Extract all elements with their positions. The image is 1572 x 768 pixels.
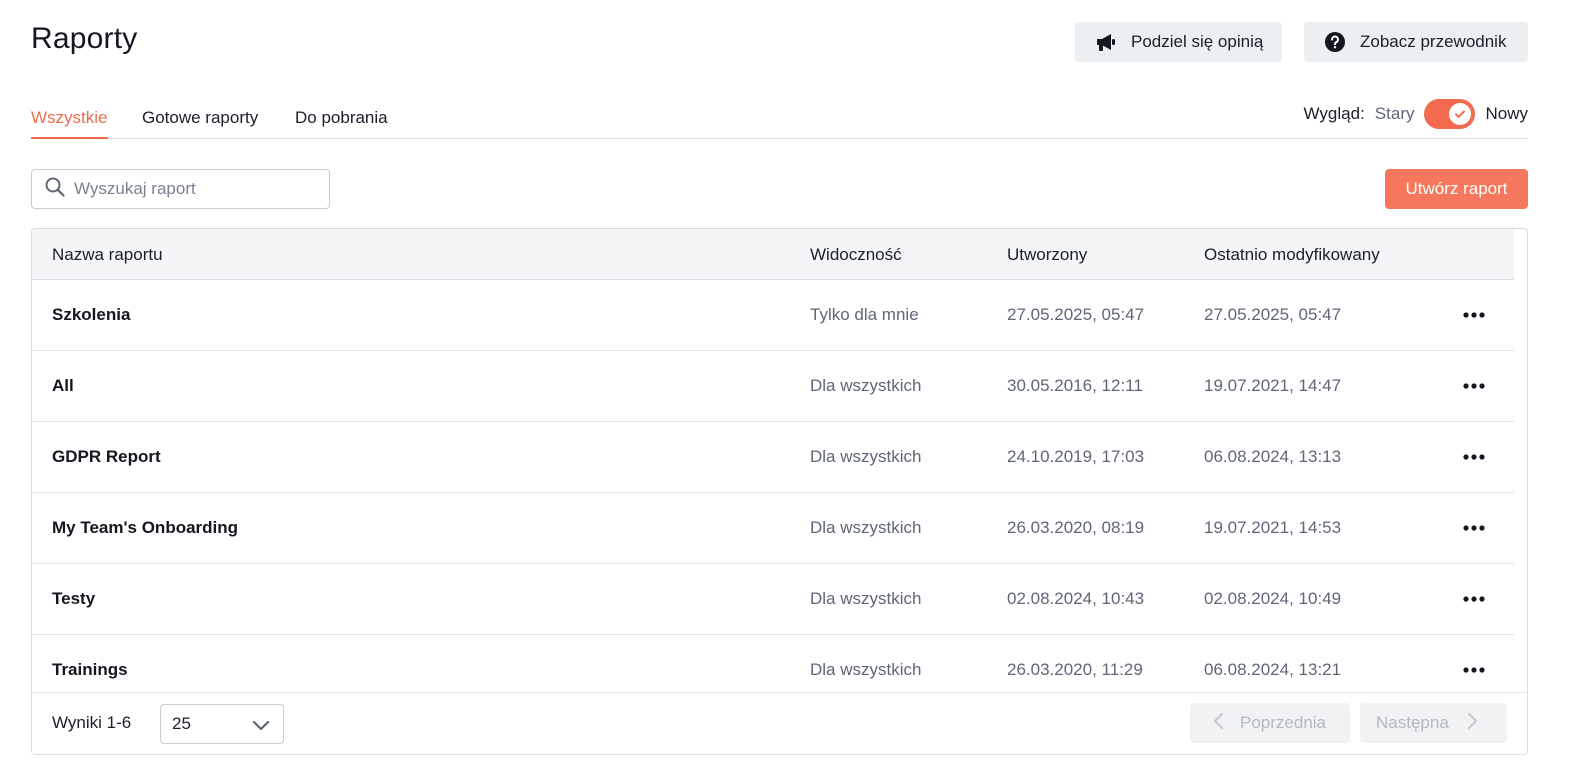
report-created: 26.03.2020, 11:29 <box>1007 660 1143 679</box>
reports-table: Nazwa raportu Widoczność Utworzony Ostat… <box>31 228 1528 755</box>
report-modified: 02.08.2024, 10:49 <box>1204 589 1342 608</box>
guide-button-label: Zobacz przewodnik <box>1360 32 1507 51</box>
feedback-button[interactable]: Podziel się opinią <box>1075 22 1282 62</box>
report-name[interactable]: My Team's Onboarding <box>52 518 238 538</box>
next-page-button[interactable]: Następna <box>1360 703 1507 743</box>
report-created: 30.05.2016, 12:11 <box>1007 376 1143 395</box>
report-visibility: Dla wszystkich <box>810 518 922 537</box>
table-row[interactable]: Testy Dla wszystkich 02.08.2024, 10:43 0… <box>32 564 1514 635</box>
tab-all[interactable]: Wszystkie <box>31 108 108 139</box>
report-modified: 27.05.2025, 05:47 <box>1204 305 1342 324</box>
search-icon <box>44 176 66 203</box>
tab-downloads[interactable]: Do pobrania <box>295 108 388 137</box>
check-icon <box>1449 103 1472 125</box>
view-toggle[interactable] <box>1424 99 1476 129</box>
search-input[interactable] <box>74 179 314 199</box>
more-options-icon[interactable] <box>1452 586 1496 612</box>
view-switch-label: Wygląd: <box>1303 104 1365 123</box>
more-options-icon[interactable] <box>1452 515 1496 541</box>
report-created: 02.08.2024, 10:43 <box>1007 589 1145 608</box>
page-size-select[interactable]: 25 <box>160 704 284 744</box>
chevron-down-icon <box>251 715 271 740</box>
page-title: Raporty <box>31 22 138 55</box>
report-name[interactable]: Trainings <box>52 660 128 680</box>
report-created: 24.10.2019, 17:03 <box>1007 447 1145 466</box>
chevron-left-icon <box>1212 712 1224 735</box>
report-visibility: Dla wszystkich <box>810 447 922 466</box>
report-name[interactable]: Szkolenia <box>52 305 130 325</box>
report-created: 26.03.2020, 08:19 <box>1007 518 1145 537</box>
table-row[interactable]: All Dla wszystkich 30.05.2016, 12:11 19.… <box>32 351 1514 422</box>
page-size-value: 25 <box>172 714 191 733</box>
table-row[interactable]: Szkolenia Tylko dla mnie 27.05.2025, 05:… <box>32 280 1514 351</box>
column-header-visibility[interactable]: Widoczność <box>810 245 902 265</box>
view-old-label: Stary <box>1374 104 1415 123</box>
create-report-button[interactable]: Utwórz raport <box>1385 169 1528 209</box>
table-header: Nazwa raportu Widoczność Utworzony Ostat… <box>32 229 1514 280</box>
more-options-icon[interactable] <box>1452 444 1496 470</box>
report-name[interactable]: All <box>52 376 74 396</box>
chevron-right-icon <box>1467 712 1479 735</box>
results-count: Wyniki 1-6 <box>52 713 132 732</box>
table-row[interactable]: GDPR Report Dla wszystkich 24.10.2019, 1… <box>32 422 1514 493</box>
report-name[interactable]: Testy <box>52 589 95 609</box>
search-box <box>31 169 330 209</box>
more-options-icon[interactable] <box>1452 373 1496 399</box>
report-modified: 19.07.2021, 14:53 <box>1204 518 1342 537</box>
more-options-icon[interactable] <box>1452 657 1496 683</box>
table-footer: Wyniki 1-6 25 Poprzednia Następna <box>32 692 1527 754</box>
question-circle-icon <box>1324 31 1346 53</box>
megaphone-icon <box>1095 31 1117 53</box>
column-header-created[interactable]: Utworzony <box>1007 245 1087 265</box>
report-name[interactable]: GDPR Report <box>52 447 161 467</box>
column-header-name[interactable]: Nazwa raportu <box>52 245 163 265</box>
report-created: 27.05.2025, 05:47 <box>1007 305 1145 324</box>
report-modified: 06.08.2024, 13:13 <box>1204 447 1342 466</box>
more-options-icon[interactable] <box>1452 302 1496 328</box>
report-modified: 06.08.2024, 13:21 <box>1204 660 1342 679</box>
column-header-modified[interactable]: Ostatnio modyfikowany <box>1204 245 1380 265</box>
next-page-label: Następna <box>1376 713 1449 732</box>
view-new-label: Nowy <box>1485 104 1528 123</box>
report-visibility: Tylko dla mnie <box>810 305 919 324</box>
tab-ready-reports[interactable]: Gotowe raporty <box>142 108 258 137</box>
guide-button[interactable]: Zobacz przewodnik <box>1304 22 1528 62</box>
report-modified: 19.07.2021, 14:47 <box>1204 376 1342 395</box>
previous-page-label: Poprzednia <box>1240 713 1327 732</box>
view-switch: Wygląd: Stary Nowy <box>1303 99 1528 129</box>
previous-page-button[interactable]: Poprzednia <box>1190 703 1350 743</box>
table-row[interactable]: My Team's Onboarding Dla wszystkich 26.0… <box>32 493 1514 564</box>
report-visibility: Dla wszystkich <box>810 589 922 608</box>
reports-page: Raporty Podziel się opinią Zobacz przewo… <box>0 0 1572 768</box>
report-visibility: Dla wszystkich <box>810 660 922 679</box>
feedback-button-label: Podziel się opinią <box>1131 32 1264 51</box>
report-visibility: Dla wszystkich <box>810 376 922 395</box>
